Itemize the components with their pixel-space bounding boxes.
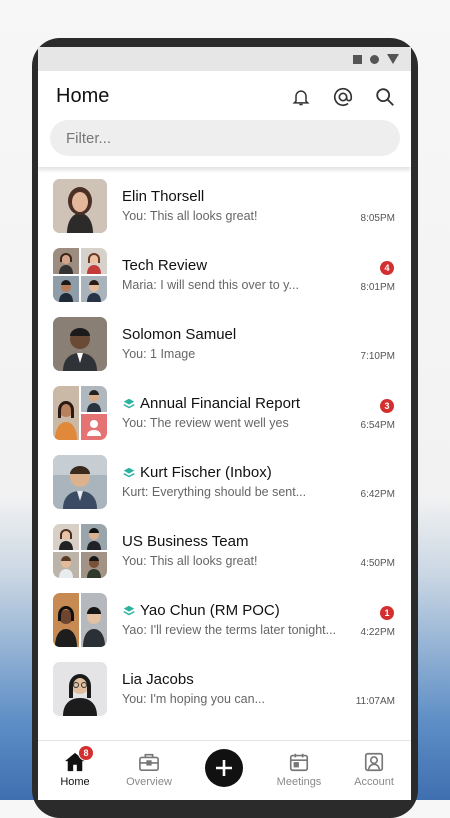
filter-input[interactable] — [64, 128, 386, 148]
conversation-row[interactable]: Kurt Fischer (Inbox) Kurt: Everything sh… — [38, 451, 411, 520]
unread-badge: 3 — [380, 399, 394, 413]
header: Home — [38, 71, 411, 167]
conversation-preview: Maria: I will send this over to y... — [122, 278, 299, 292]
avatar — [53, 455, 107, 509]
avatar — [81, 593, 107, 647]
stack-icon — [122, 397, 136, 411]
tab-meetings[interactable]: Meetings — [262, 741, 336, 800]
tab-overview[interactable]: Overview — [112, 741, 186, 800]
filter-bar[interactable] — [50, 120, 400, 156]
calendar-icon — [289, 753, 309, 772]
avatar — [53, 524, 79, 550]
avatar — [53, 386, 79, 440]
conversation-preview: Kurt: Everything should be sent... — [122, 485, 307, 499]
avatar — [81, 386, 107, 412]
conversation-name: Lia Jacobs — [122, 671, 194, 688]
tab-label: Overview — [126, 776, 172, 788]
conversation-preview: You: 1 Image — [122, 347, 196, 361]
conversation-name: Annual Financial Report — [122, 395, 300, 412]
conversation-time: 11:07AM — [355, 696, 395, 707]
tab-home[interactable]: 8 Home — [38, 741, 112, 800]
conversation-preview: You: This all looks great! — [122, 554, 258, 568]
conversation-name-text: Annual Financial Report — [140, 395, 301, 412]
conversation-time: 8:01PM — [360, 282, 395, 293]
mention-icon[interactable] — [331, 85, 355, 109]
conversation-row[interactable]: Tech Review Maria: I will send this over… — [38, 244, 411, 313]
conversation-list: Elin Thorsell You: This all looks great!… — [38, 175, 411, 727]
conversation-preview: You: The review went well yes — [122, 416, 289, 430]
new-chat-button[interactable] — [205, 749, 243, 787]
avatar — [53, 248, 79, 274]
conversation-name-text: Yao Chun (RM POC) — [140, 602, 280, 619]
notification-bell-icon[interactable] — [289, 85, 313, 109]
conversation-preview: You: This all looks great! — [122, 209, 258, 223]
avatar — [81, 524, 107, 550]
search-icon[interactable] — [373, 85, 397, 109]
avatar — [81, 552, 107, 578]
app-screen: Home Elin Thorsell You: This all looks g… — [38, 47, 411, 800]
recents-icon — [353, 54, 362, 64]
account-icon — [364, 752, 384, 772]
conversation-row[interactable]: US Business Team You: This all looks gre… — [38, 520, 411, 589]
avatar — [53, 593, 79, 647]
conversation-name: Kurt Fischer (Inbox) — [122, 464, 272, 481]
tab-account[interactable]: Account — [337, 741, 411, 800]
bottom-tab-bar: 8 Home Overview Meetings Account — [38, 740, 411, 800]
tab-label: Home — [60, 776, 90, 788]
conversation-name: US Business Team — [122, 533, 249, 550]
conversation-time: 6:54PM — [360, 420, 395, 431]
tab-badge: 8 — [78, 745, 94, 761]
conversation-row[interactable]: Elin Thorsell You: This all looks great!… — [38, 175, 411, 244]
unread-badge: 1 — [380, 606, 394, 620]
group-avatar — [53, 386, 107, 440]
stack-icon — [122, 466, 136, 480]
avatar — [53, 317, 107, 371]
avatar — [53, 179, 107, 233]
conversation-row[interactable]: Yao Chun (RM POC) Yao: I'll review the t… — [38, 589, 411, 658]
conversation-time: 7:10PM — [360, 351, 395, 362]
avatar — [53, 662, 107, 716]
wifi-icon — [370, 54, 379, 64]
group-avatar — [53, 593, 107, 647]
tab-label: Meetings — [276, 776, 322, 788]
group-avatar — [53, 248, 107, 302]
avatar — [53, 276, 79, 302]
avatar — [53, 552, 79, 578]
plus-icon — [216, 760, 232, 776]
conversation-time: 4:22PM — [360, 627, 395, 638]
unread-badge: 4 — [380, 261, 394, 275]
conversation-name: Tech Review — [122, 257, 208, 274]
conversation-name: Yao Chun (RM POC) — [122, 602, 280, 619]
conversation-time: 8:05PM — [360, 213, 395, 224]
signal-icon — [387, 54, 399, 64]
briefcase-icon — [139, 753, 159, 771]
conversation-name: Solomon Samuel — [122, 326, 237, 343]
conversation-time: 6:42PM — [360, 489, 395, 500]
conversation-row[interactable]: Lia Jacobs You: I'm hoping you can... 11… — [38, 658, 411, 727]
conversation-preview: You: I'm hoping you can... — [122, 692, 265, 706]
group-avatar — [53, 524, 107, 578]
page-title: Home — [56, 85, 110, 107]
conversation-row[interactable]: Annual Financial Report You: The review … — [38, 382, 411, 451]
conversation-time: 4:50PM — [360, 558, 395, 569]
avatar — [81, 248, 107, 274]
status-bar — [38, 47, 411, 71]
avatar — [81, 414, 107, 440]
conversation-preview: Yao: I'll review the terms later tonight… — [122, 623, 337, 637]
conversation-row[interactable]: Solomon Samuel You: 1 Image 7:10PM — [38, 313, 411, 382]
avatar — [81, 276, 107, 302]
conversation-name: Elin Thorsell — [122, 188, 205, 205]
conversation-name-text: Kurt Fischer (Inbox) — [140, 464, 272, 481]
stack-icon — [122, 604, 136, 618]
tab-label: Account — [354, 776, 394, 788]
